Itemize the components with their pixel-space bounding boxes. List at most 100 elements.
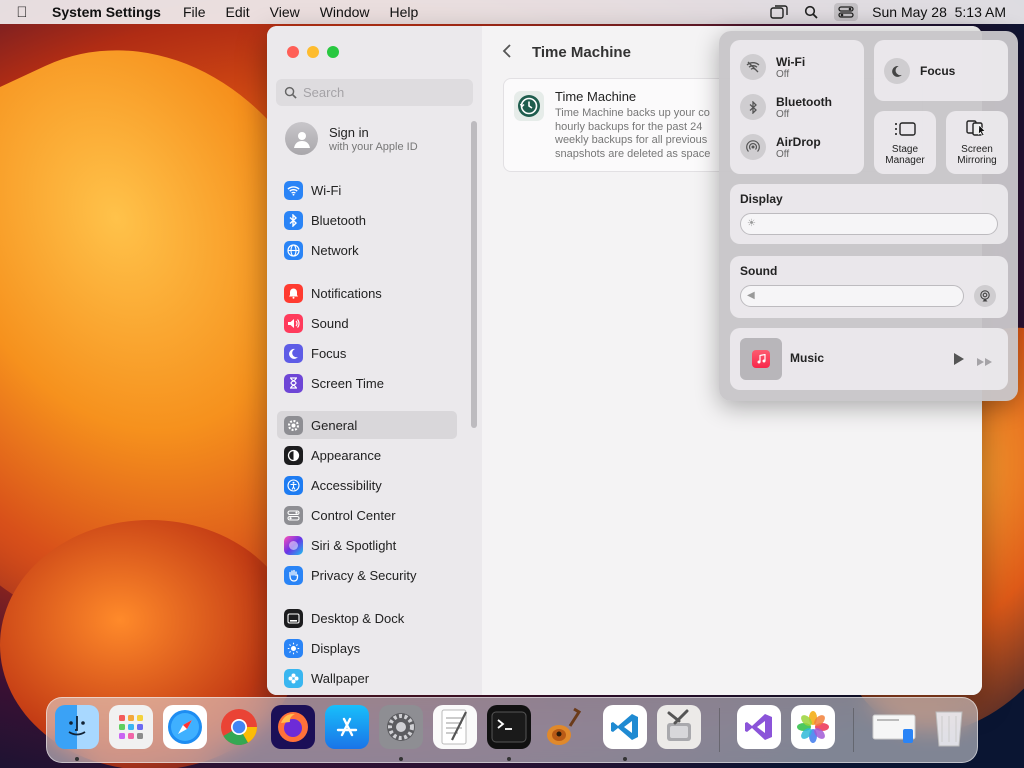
sidebar-item-notifications[interactable]: Notifications — [277, 279, 457, 307]
hourglass-icon — [284, 373, 303, 393]
airdrop-icon — [740, 134, 766, 160]
bluetooth-status: Off — [776, 108, 790, 120]
sidebar-item-label: Siri & Spotlight — [311, 537, 397, 553]
sidebar-scrollbar[interactable] — [471, 121, 477, 428]
dock-chrome-icon[interactable] — [217, 705, 261, 749]
dock-disk-utility-icon[interactable] — [657, 705, 701, 749]
fast-forward-icon — [977, 358, 992, 366]
close-button[interactable] — [287, 46, 299, 58]
sidebar-item-displays[interactable]: Displays — [277, 634, 457, 662]
menu-window[interactable]: Window — [310, 4, 380, 20]
sidebar-item-general[interactable]: General — [277, 411, 457, 439]
sidebar-item-appearance[interactable]: Appearance — [277, 441, 457, 469]
sidebar-item-label: Control Center — [311, 507, 396, 523]
card-description: Time Machine backs up your co hourly bac… — [555, 107, 711, 160]
running-indicator — [623, 757, 627, 761]
screen-mirroring-label: Screen Mirroring — [957, 144, 997, 166]
zoom-button[interactable] — [327, 46, 339, 58]
menu-bar-clock[interactable]: Sun May 28 5:13 AM — [872, 4, 1006, 20]
app-menu[interactable]: System Settings — [44, 4, 173, 20]
running-indicator — [399, 757, 403, 761]
window-switcher-icon[interactable] — [770, 4, 788, 20]
back-button[interactable] — [502, 42, 512, 65]
bluetooth-toggle[interactable]: Bluetooth Off — [740, 94, 832, 120]
dock-trash-icon[interactable] — [927, 705, 971, 749]
sidebar-item-desktop-dock[interactable]: Desktop & Dock — [277, 604, 457, 632]
sidebar-item-wallpaper[interactable]: Wallpaper — [277, 664, 457, 692]
dock-app-store-icon[interactable] — [325, 705, 369, 749]
menu-help[interactable]: Help — [380, 4, 429, 20]
wifi-toggle[interactable]: Wi-Fi Off — [740, 54, 805, 80]
flower-icon — [284, 668, 303, 688]
sidebar-item-bluetooth[interactable]: Bluetooth — [277, 206, 457, 234]
screen-mirroring-icon — [966, 119, 988, 142]
menu-bar:  System Settings File Edit View Window … — [0, 0, 1024, 24]
menu-edit[interactable]: Edit — [216, 4, 260, 20]
chevron-left-icon — [502, 44, 511, 58]
dock-visual-studio-icon[interactable] — [737, 705, 781, 749]
sidebar-item-label: Bluetooth — [311, 212, 366, 228]
menu-view[interactable]: View — [260, 4, 310, 20]
sidebar: Sign in with your Apple ID Wi-Fi Bluetoo… — [267, 26, 482, 695]
sidebar-item-label: Appearance — [311, 447, 382, 463]
airplay-audio-button[interactable] — [974, 285, 996, 307]
wifi-icon — [284, 180, 303, 200]
avatar — [285, 122, 318, 155]
play-icon — [954, 353, 964, 365]
spotlight-search-icon[interactable] — [802, 4, 820, 20]
speaker-icon — [284, 313, 303, 333]
music-app-icon — [752, 350, 770, 368]
dock-garageband-icon[interactable] — [541, 705, 585, 749]
search-field[interactable] — [276, 79, 473, 106]
bell-icon — [284, 283, 303, 303]
dock-firefox-icon[interactable] — [271, 705, 315, 749]
dock-system-settings-icon[interactable] — [379, 705, 423, 749]
dock-icon — [284, 608, 303, 628]
search-input[interactable] — [303, 85, 463, 100]
signin-title: Sign in — [329, 124, 369, 140]
sidebar-item-focus[interactable]: Focus — [277, 339, 457, 367]
sidebar-item-screen-time[interactable]: Screen Time — [277, 369, 457, 397]
minimize-button[interactable] — [307, 46, 319, 58]
sidebar-item-label: General — [311, 417, 358, 433]
play-button[interactable] — [952, 352, 965, 371]
screen-mirroring-tile[interactable]: Screen Mirroring — [946, 111, 1008, 174]
bluetooth-icon — [740, 94, 766, 120]
sidebar-item-accessibility[interactable]: Accessibility — [277, 471, 457, 499]
control-center-icon[interactable] — [834, 3, 859, 21]
siri-icon — [284, 535, 303, 555]
display-brightness-slider[interactable]: ☀ — [740, 213, 998, 235]
focus-tile[interactable]: Focus — [874, 40, 1008, 101]
volume-icon: ◀ — [747, 290, 755, 301]
sidebar-item-control-center[interactable]: Control Center — [277, 501, 457, 529]
music-title: Music — [790, 351, 825, 365]
sidebar-item-label: Displays — [311, 640, 361, 656]
apple-id-signin[interactable]: Sign in with your Apple ID — [285, 122, 418, 155]
sidebar-item-label: Sound — [311, 315, 349, 331]
dock-photos-icon[interactable] — [791, 705, 835, 749]
sidebar-item-wifi[interactable]: Wi-Fi — [277, 176, 457, 204]
sidebar-item-network[interactable]: Network — [277, 236, 457, 264]
airplay-audio-icon — [980, 290, 990, 302]
card-title: Time Machine — [555, 89, 637, 104]
dock-launchpad-icon[interactable] — [109, 705, 153, 749]
airdrop-toggle[interactable]: AirDrop Off — [740, 134, 821, 160]
sidebar-item-label: Wi-Fi — [311, 182, 342, 198]
dock-vscode-icon[interactable] — [603, 705, 647, 749]
dock-safari-icon[interactable] — [163, 705, 207, 749]
fast-forward-button[interactable] — [976, 354, 994, 372]
stage-manager-tile[interactable]: Stage Manager — [874, 111, 936, 174]
volume-slider[interactable]: ◀ — [740, 285, 964, 307]
sidebar-item-label: Notifications — [311, 285, 382, 301]
dock-finder-icon[interactable] — [55, 705, 99, 749]
dock-downloads-stack-icon[interactable] — [869, 705, 919, 749]
globe-icon — [284, 240, 303, 260]
dock-terminal-icon[interactable] — [487, 705, 531, 749]
wifi-status: Off — [776, 68, 790, 80]
menu-file[interactable]: File — [173, 4, 216, 20]
sidebar-item-siri-spotlight[interactable]: Siri & Spotlight — [277, 531, 457, 559]
apple-menu-icon[interactable]:  — [0, 4, 44, 21]
sidebar-item-sound[interactable]: Sound — [277, 309, 457, 337]
dock-textedit-icon[interactable] — [433, 705, 477, 749]
sidebar-item-privacy-security[interactable]: Privacy & Security — [277, 561, 457, 589]
